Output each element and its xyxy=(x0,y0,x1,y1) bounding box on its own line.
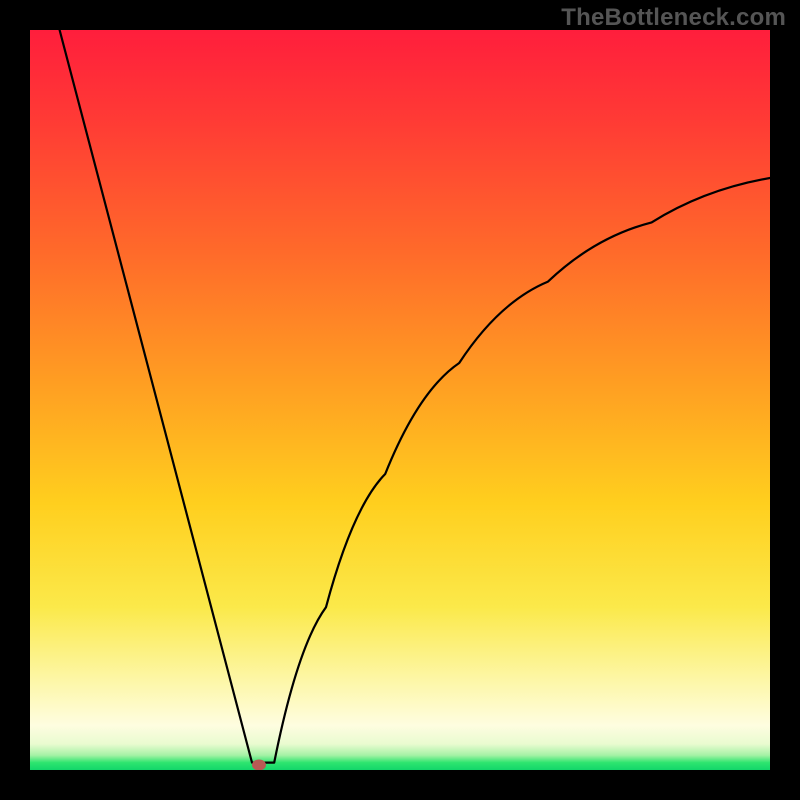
chart-container: TheBottleneck.com xyxy=(0,0,800,800)
optimum-marker xyxy=(252,759,266,770)
plot-area xyxy=(30,30,770,770)
watermark-text: TheBottleneck.com xyxy=(561,4,786,32)
bottleneck-curve xyxy=(30,30,770,770)
